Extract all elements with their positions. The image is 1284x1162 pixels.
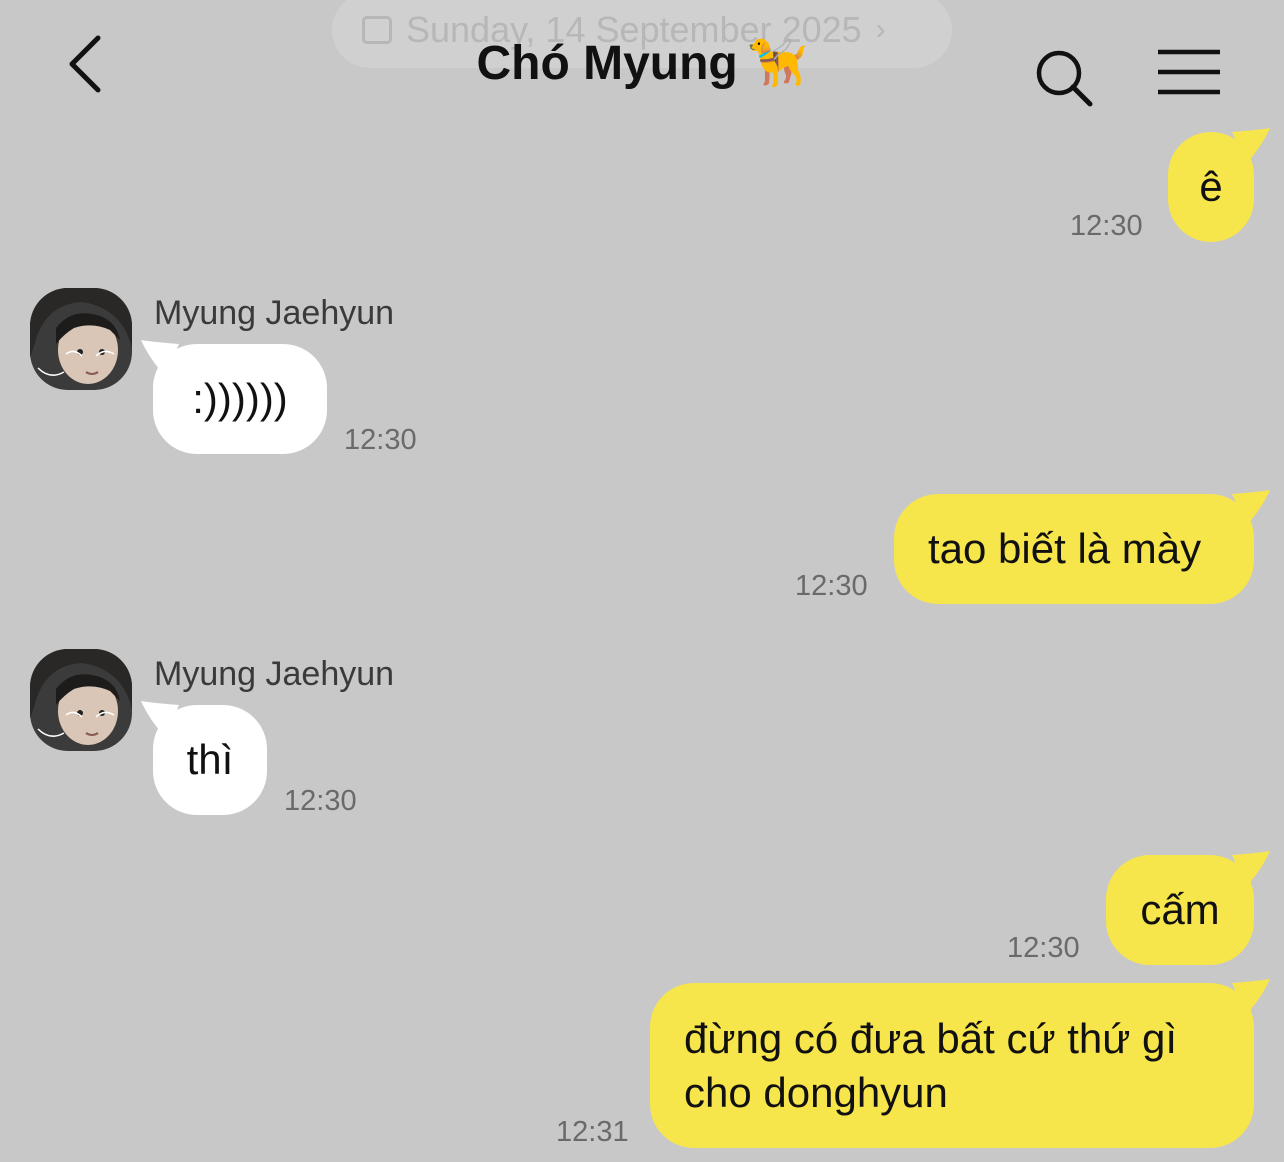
guide-dog-emoji: 🦮: [747, 37, 808, 90]
search-button[interactable]: [1032, 46, 1096, 110]
message-text-line-1: đừng có đưa bất cứ thứ gì: [684, 1014, 1178, 1062]
message-text: :)))))): [192, 375, 288, 422]
bubble-tail: [141, 701, 179, 737]
message-time: 12:30: [795, 570, 868, 602]
menu-button[interactable]: [1156, 48, 1222, 98]
bubble-tail: [1232, 979, 1270, 1015]
message-text: tao biết là mày: [928, 525, 1202, 572]
message-text: cấm: [1140, 886, 1220, 933]
chat-screen: Sunday, 14 September 2025 › Chó Myung 🦮 1…: [0, 0, 1284, 1162]
search-icon: [1036, 50, 1093, 107]
their-message-bubble[interactable]: :)))))): [141, 340, 327, 454]
my-message-bubble[interactable]: cấm: [1106, 851, 1270, 965]
message-time: 12:30: [1007, 932, 1080, 964]
avatar[interactable]: [30, 288, 132, 390]
chat-title-text: Chó Myung: [476, 37, 738, 90]
message-text-line-2: cho donghyun: [684, 1068, 948, 1116]
my-message-bubble[interactable]: đừng có đưa bất cứ thứ gì cho donghyun: [650, 979, 1270, 1148]
message-time: 12:31: [556, 1116, 629, 1148]
bubble-tail: [1232, 128, 1270, 164]
hamburger-menu-icon: [1158, 49, 1220, 95]
avatar-image: [30, 649, 132, 751]
message-text: thì: [186, 736, 234, 783]
message-time: 12:30: [284, 785, 357, 817]
bubble-tail: [1232, 490, 1270, 526]
sender-name: Myung Jaehyun: [154, 294, 395, 332]
bubble-tail: [141, 340, 179, 376]
avatar-image: [30, 288, 132, 390]
avatar[interactable]: [30, 649, 132, 751]
message-time: 12:30: [1070, 210, 1143, 242]
sender-name: Myung Jaehyun: [154, 655, 395, 693]
message-time: 12:30: [344, 424, 417, 456]
message-text: ê: [1199, 163, 1223, 210]
my-message-bubble[interactable]: ê: [1168, 128, 1270, 242]
their-message-bubble[interactable]: thì: [141, 701, 267, 815]
my-message-bubble[interactable]: tao biết là mày: [894, 490, 1270, 604]
bubble-tail: [1232, 851, 1270, 887]
